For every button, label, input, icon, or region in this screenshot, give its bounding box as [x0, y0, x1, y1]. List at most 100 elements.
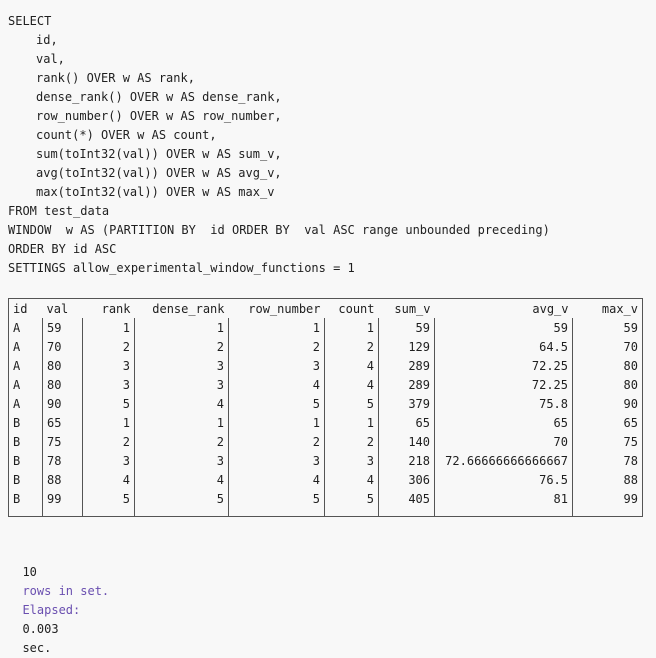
- table-cell: 72.66666666666667: [434, 451, 573, 470]
- column-header-id: id: [8, 298, 43, 318]
- table-cell: 3: [228, 356, 325, 375]
- spacer-cell: [228, 508, 325, 517]
- table-row: A 80 3 3 4 4 289 72.25 80: [8, 375, 643, 394]
- table-row: B 78 3 3 3 3 218 72.66666666666667 78: [8, 451, 643, 470]
- table-cell: 2: [228, 432, 325, 451]
- table-cell: 1: [82, 318, 135, 337]
- table-cell: 4: [324, 470, 379, 489]
- table-cell: A: [8, 318, 43, 337]
- table-cell: 1: [228, 413, 325, 432]
- sql-line: max(toInt32(val)) OVER w AS max_v: [36, 185, 275, 199]
- table-row: B 88 4 4 4 4 306 76.5 88: [8, 470, 643, 489]
- table-row: A 59 1 1 1 1 59 59 59: [8, 318, 643, 337]
- spacer-cell: [434, 508, 573, 517]
- sql-line: WINDOW w AS (PARTITION BY id ORDER BY va…: [8, 223, 550, 237]
- table-cell: 99: [42, 489, 83, 508]
- column-header-val: val: [42, 298, 83, 318]
- spacer-cell: [134, 508, 229, 517]
- table-cell: 70: [572, 337, 643, 356]
- table-cell: 65: [378, 413, 435, 432]
- spacer-cell: [42, 508, 83, 517]
- table-cell: 81: [434, 489, 573, 508]
- table-cell: 88: [572, 470, 643, 489]
- result-header-row: id val rank dense_rank row_number count sum_v a…: [8, 298, 643, 318]
- table-cell: 405: [378, 489, 435, 508]
- table-cell: 72.25: [434, 356, 573, 375]
- table-cell: 289: [378, 375, 435, 394]
- table-cell: 140: [378, 432, 435, 451]
- sql-line: row_number() OVER w AS row_number,: [36, 109, 282, 123]
- table-cell: 90: [572, 394, 643, 413]
- table-cell: 4: [324, 356, 379, 375]
- column-header-dense-rank: dense_rank: [134, 298, 229, 318]
- table-row: A 80 3 3 3 4 289 72.25 80: [8, 356, 643, 375]
- table-cell: B: [8, 470, 43, 489]
- table-cell: 80: [42, 356, 83, 375]
- column-header-max-v: max_v: [572, 298, 643, 318]
- table-cell: 1: [82, 413, 135, 432]
- table-cell: 80: [572, 375, 643, 394]
- table-cell: A: [8, 337, 43, 356]
- table-cell: 2: [82, 337, 135, 356]
- sql-line: rank() OVER w AS rank,: [36, 71, 195, 85]
- sql-line: val,: [36, 52, 65, 66]
- table-cell: 3: [228, 451, 325, 470]
- table-cell: A: [8, 356, 43, 375]
- spacer-cell: [8, 508, 43, 517]
- table-cell: B: [8, 451, 43, 470]
- table-cell: 1: [134, 318, 229, 337]
- spacer-cell: [572, 508, 643, 517]
- table-cell: 75.8: [434, 394, 573, 413]
- table-cell: 59: [572, 318, 643, 337]
- table-cell: B: [8, 432, 43, 451]
- table-cell: 75: [42, 432, 83, 451]
- table-cell: 3: [324, 451, 379, 470]
- table-cell: 78: [572, 451, 643, 470]
- sql-query-block: SELECT id, val, rank() OVER w AS rank, dense…: [8, 12, 648, 278]
- table-cell: 70: [434, 432, 573, 451]
- table-cell: 78: [42, 451, 83, 470]
- table-cell: 306: [378, 470, 435, 489]
- table-cell: 3: [134, 451, 229, 470]
- table-cell: 2: [82, 432, 135, 451]
- table-cell: 218: [378, 451, 435, 470]
- table-cell: 64.5: [434, 337, 573, 356]
- result-body: A 59 1 1 1 1 59 59 59 A 70 2 2 2 2 129 64.5 70 A 80 3 3 3 4 289 7…: [8, 318, 643, 517]
- table-cell: 2: [134, 337, 229, 356]
- sql-line: id,: [36, 33, 58, 47]
- table-cell: 65: [434, 413, 573, 432]
- table-cell: 4: [228, 375, 325, 394]
- table-cell: 5: [82, 394, 135, 413]
- table-cell: 80: [572, 356, 643, 375]
- table-cell: 72.25: [434, 375, 573, 394]
- table-footer-spacer: [8, 508, 643, 517]
- table-cell: 3: [134, 356, 229, 375]
- column-header-sum-v: sum_v: [378, 298, 435, 318]
- table-cell: 5: [324, 489, 379, 508]
- table-cell: B: [8, 413, 43, 432]
- table-cell: 129: [378, 337, 435, 356]
- table-cell: 2: [228, 337, 325, 356]
- table-cell: 3: [134, 375, 229, 394]
- sql-line: ORDER BY id ASC: [8, 242, 117, 256]
- table-cell: 76.5: [434, 470, 573, 489]
- table-cell: 4: [134, 470, 229, 489]
- table-cell: A: [8, 394, 43, 413]
- table-cell: 90: [42, 394, 83, 413]
- sql-line: dense_rank() OVER w AS dense_rank,: [36, 90, 282, 104]
- table-cell: B: [8, 489, 43, 508]
- table-cell: A: [8, 375, 43, 394]
- table-cell: 3: [82, 451, 135, 470]
- table-cell: 99: [572, 489, 643, 508]
- elapsed-value: 0.003: [22, 622, 59, 636]
- table-cell: 4: [134, 394, 229, 413]
- table-cell: 59: [42, 318, 83, 337]
- table-cell: 5: [82, 489, 135, 508]
- table-cell: 59: [434, 318, 573, 337]
- table-cell: 59: [378, 318, 435, 337]
- column-header-row-number: row_number: [228, 298, 325, 318]
- table-cell: 88: [42, 470, 83, 489]
- table-cell: 5: [324, 394, 379, 413]
- table-cell: 1: [134, 413, 229, 432]
- table-row: B 99 5 5 5 5 405 81 99: [8, 489, 643, 508]
